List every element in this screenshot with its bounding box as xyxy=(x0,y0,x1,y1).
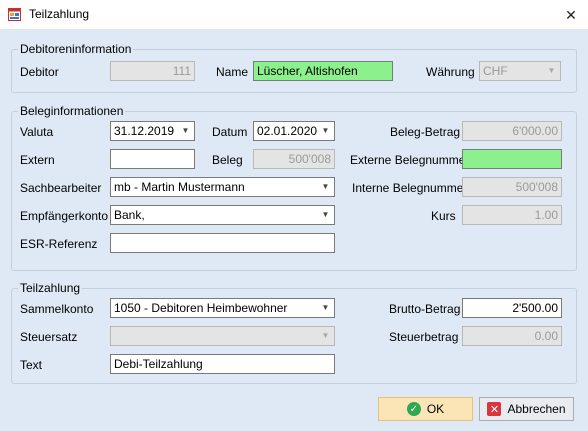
chevron-down-icon[interactable]: ▼ xyxy=(318,300,333,316)
name-field[interactable]: Lüscher, Altishofen xyxy=(253,61,393,81)
debitor-label: Debitor xyxy=(20,65,59,79)
ok-button-label: OK xyxy=(426,402,445,416)
legend-beleginformationen: Beleginformationen xyxy=(18,104,126,118)
datum-datepicker[interactable]: 02.01.2020 ▼ xyxy=(253,121,335,141)
esr-referenz-label: ESR-Referenz xyxy=(20,237,98,251)
app-window-icon xyxy=(8,8,21,21)
valuta-label: Valuta xyxy=(20,125,54,139)
sachbearbeiter-label: Sachbearbeiter xyxy=(20,181,102,195)
window-title: Teilzahlung xyxy=(29,7,90,21)
chevron-down-icon[interactable]: ▼ xyxy=(178,123,193,139)
beleg-field[interactable]: 500'008 xyxy=(253,149,335,169)
extern-field[interactable] xyxy=(110,149,195,169)
interne-belegnummer-label: Interne Belegnummer xyxy=(352,181,468,195)
beleg-betrag-field[interactable]: 6'000.00 xyxy=(462,121,562,141)
waehrung-label: Währung xyxy=(426,65,475,79)
externe-belegnummer-field[interactable] xyxy=(462,149,562,169)
beleg-betrag-label: Beleg-Betrag xyxy=(390,125,461,139)
cancel-button-label: Abbrechen xyxy=(507,402,566,416)
legend-teilzahlung: Teilzahlung xyxy=(18,281,83,295)
valuta-datepicker[interactable]: 31.12.2019 ▼ xyxy=(110,121,195,141)
text-label: Text xyxy=(20,358,43,372)
check-circle-icon: ✓ xyxy=(406,402,421,416)
name-label: Name xyxy=(216,65,249,79)
extern-label: Extern xyxy=(20,153,55,167)
sammelkonto-label: Sammelkonto xyxy=(20,302,94,316)
text-field[interactable]: Debi-Teilzahlung xyxy=(110,354,335,374)
waehrung-value: CHF xyxy=(483,64,508,78)
empfaengerkonto-dropdown[interactable]: Bank, ▼ xyxy=(110,205,335,225)
close-button[interactable]: ✕ xyxy=(554,0,588,30)
empfaengerkonto-label: Empfängerkonto xyxy=(20,209,109,223)
externe-belegnummer-label: Externe Belegnummer xyxy=(350,153,470,167)
datum-label: Datum xyxy=(212,125,248,139)
steuersatz-dropdown[interactable]: ▼ xyxy=(110,326,335,346)
waehrung-dropdown[interactable]: CHF ▼ xyxy=(479,61,561,81)
interne-belegnummer-field[interactable]: 500'008 xyxy=(462,177,562,197)
steuersatz-label: Steuersatz xyxy=(20,330,78,344)
chevron-down-icon[interactable]: ▼ xyxy=(318,123,333,139)
cancel-button[interactable]: ✕ Abbrechen xyxy=(479,397,574,421)
chevron-down-icon[interactable]: ▼ xyxy=(318,328,333,344)
x-square-icon: ✕ xyxy=(487,402,502,416)
steuerbetrag-field[interactable]: 0.00 xyxy=(462,326,562,346)
ok-button[interactable]: ✓ OK xyxy=(378,397,473,421)
esr-referenz-field[interactable] xyxy=(110,233,335,253)
title-bar: Teilzahlung ✕ xyxy=(0,0,588,30)
sammelkonto-value: 1050 - Debitoren Heimbewohner xyxy=(114,301,288,315)
sachbearbeiter-value: mb - Martin Mustermann xyxy=(114,180,245,194)
legend-debitoreninformation: Debitoreninformation xyxy=(18,42,134,56)
datum-value: 02.01.2020 xyxy=(257,124,318,138)
empfaengerkonto-value: Bank, xyxy=(114,208,145,222)
brutto-betrag-field[interactable]: 2'500.00 xyxy=(462,298,562,318)
sachbearbeiter-dropdown[interactable]: mb - Martin Mustermann ▼ xyxy=(110,177,335,197)
beleg-label: Beleg xyxy=(212,153,243,167)
chevron-down-icon[interactable]: ▼ xyxy=(318,207,333,223)
debitor-field[interactable]: 111 xyxy=(110,61,195,81)
sammelkonto-dropdown[interactable]: 1050 - Debitoren Heimbewohner ▼ xyxy=(110,298,335,318)
close-icon: ✕ xyxy=(565,6,577,23)
steuerbetrag-label: Steuerbetrag xyxy=(389,330,459,344)
brutto-betrag-label: Brutto-Betrag xyxy=(389,302,461,316)
chevron-down-icon[interactable]: ▼ xyxy=(318,179,333,195)
kurs-label: Kurs xyxy=(431,209,456,223)
valuta-value: 31.12.2019 xyxy=(114,124,175,138)
kurs-field[interactable]: 1.00 xyxy=(462,205,562,225)
chevron-down-icon[interactable]: ▼ xyxy=(544,63,559,79)
